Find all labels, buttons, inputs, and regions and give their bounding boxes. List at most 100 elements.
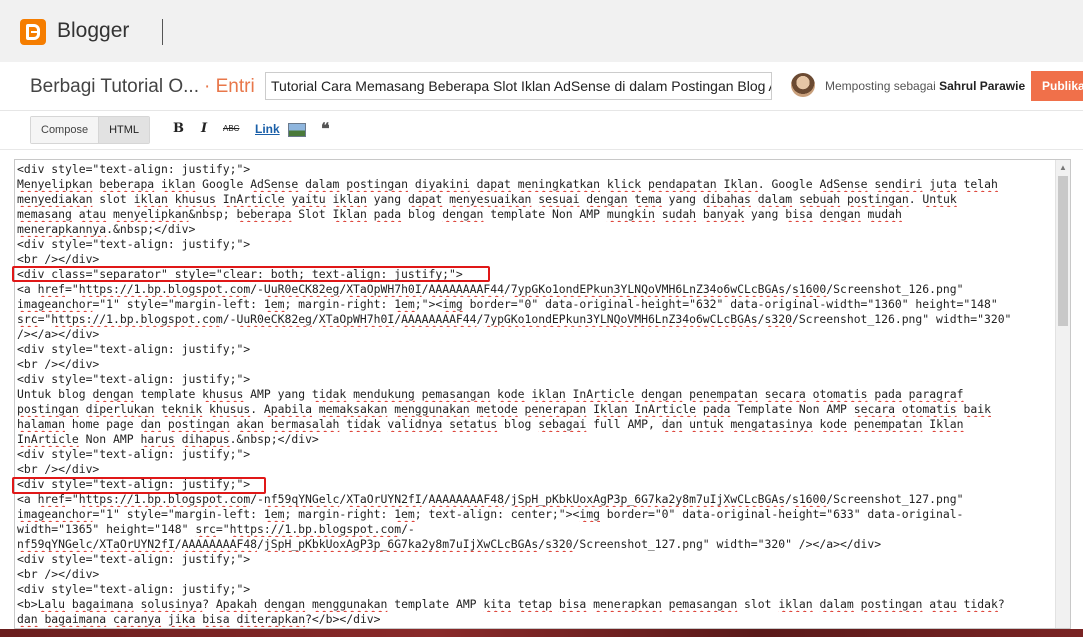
code-line[interactable]: <div style="text-align: justify;"> bbox=[17, 237, 1057, 252]
code-line[interactable]: <div style="text-align: justify;"> bbox=[17, 447, 1057, 462]
insert-image-icon[interactable] bbox=[288, 123, 306, 137]
code-line[interactable]: <div style="text-align: justify;"> bbox=[17, 477, 1057, 492]
code-line[interactable]: <a href="https://1.bp.blogspot.com/-nf59… bbox=[17, 492, 1057, 507]
html-mode-button[interactable]: HTML bbox=[98, 117, 150, 143]
spellcheck-flagged-word: InArticle bbox=[222, 192, 285, 206]
code-line[interactable]: memasang atau menyelipkan&nbsp; beberapa… bbox=[17, 207, 1057, 222]
code-line[interactable]: <br /></div> bbox=[17, 357, 1057, 372]
code-text: /- bbox=[250, 282, 264, 296]
code-text: template Non AMP bbox=[483, 207, 607, 221]
link-button[interactable]: Link bbox=[255, 122, 280, 136]
spellcheck-flagged-word: AAAAAAAAF48 bbox=[428, 492, 504, 506]
spellcheck-flagged-word: pendapatan bbox=[648, 177, 717, 191]
spellcheck-flagged-word: menggunakan bbox=[394, 402, 470, 416]
spellcheck-flagged-word: XTaOpWH7h0I bbox=[346, 282, 422, 296]
spellcheck-flagged-word: dalam bbox=[305, 177, 340, 191]
spellcheck-flagged-word: Iklan bbox=[723, 177, 758, 191]
code-line[interactable]: <br /></div> bbox=[17, 567, 1057, 582]
spellcheck-flagged-word: menerapkannya bbox=[17, 222, 107, 236]
code-line[interactable]: <b>Lalu bagaimana solusinya? Apakah deng… bbox=[17, 597, 1057, 612]
bold-icon[interactable]: B bbox=[173, 121, 184, 136]
posting-as-prefix: Memposting sebagai bbox=[825, 79, 936, 93]
code-line[interactable]: imageanchor="1" style="margin-left: 1em;… bbox=[17, 507, 1057, 522]
code-line[interactable]: <div class="separator" style="clear: bot… bbox=[17, 267, 1057, 282]
code-line[interactable]: <div style="text-align: justify;"> bbox=[17, 342, 1057, 357]
blog-title-link[interactable]: Berbagi Tutorial O... bbox=[30, 76, 199, 98]
code-line[interactable]: <a href="https://1.bp.blogspot.com/-UuR0… bbox=[17, 282, 1057, 297]
spellcheck-flagged-word: Untuk bbox=[922, 192, 957, 206]
code-text: <div style="text-align: justify;"> bbox=[17, 342, 251, 356]
post-title-input[interactable]: Tutorial Cara Memasang Beberapa Slot Ikl… bbox=[265, 72, 772, 100]
italic-icon[interactable]: I bbox=[201, 121, 207, 136]
spellcheck-flagged-word: href bbox=[37, 492, 66, 506]
scrollbar-thumb[interactable] bbox=[1058, 176, 1068, 326]
spellcheck-flagged-word: telah bbox=[963, 177, 998, 191]
spellcheck-flagged-word: iklan bbox=[161, 177, 196, 191]
spellcheck-flagged-word: XTaOrUYN2fI bbox=[99, 537, 175, 551]
code-line[interactable]: <div style="text-align: justify;"> bbox=[17, 582, 1057, 597]
code-line[interactable]: <div style="text-align: justify;"> bbox=[17, 552, 1057, 567]
code-line[interactable]: Menyelipkan beberapa iklan Google AdSens… bbox=[17, 177, 1057, 192]
code-line[interactable]: imageanchor="1" style="margin-left: 1em;… bbox=[17, 297, 1057, 312]
code-line[interactable]: Untuk blog dengan template khusus AMP ya… bbox=[17, 387, 1057, 402]
spellcheck-flagged-word: https://1.bp.blogspot.com bbox=[78, 282, 251, 296]
html-editor-textarea[interactable]: <div style="text-align: justify;"> Menyel… bbox=[14, 159, 1071, 629]
html-source-code[interactable]: <div style="text-align: justify;"> Menyel… bbox=[17, 162, 1057, 627]
code-line[interactable]: <div style="text-align: justify;"> bbox=[17, 372, 1057, 387]
spellcheck-flagged-word: juta bbox=[929, 177, 957, 191]
code-line[interactable]: <br /></div> bbox=[17, 252, 1057, 267]
spellcheck-flagged-word: 7ypGKo1ondEPkun3YLNQoVMH6LnZ34o6wCLcBGAs bbox=[510, 282, 786, 296]
code-text: /></a></div> bbox=[17, 327, 100, 341]
code-text: / bbox=[421, 492, 429, 506]
app-bar-divider bbox=[162, 19, 163, 45]
spellcheck-flagged-word: postingan bbox=[17, 402, 79, 416]
quote-icon[interactable]: ❝ bbox=[321, 119, 330, 139]
strikethrough-icon[interactable]: ABC bbox=[223, 124, 239, 133]
code-line[interactable]: menerapkannya.&nbsp;</div> bbox=[17, 222, 1057, 237]
code-text: =" bbox=[37, 312, 52, 326]
spellcheck-flagged-word: banyak bbox=[702, 207, 745, 221]
spellcheck-flagged-word: s320 bbox=[545, 537, 573, 551]
code-line[interactable]: <div style="text-align: justify;"> bbox=[17, 162, 1057, 177]
app-name[interactable]: Blogger bbox=[57, 19, 129, 43]
code-line[interactable]: halaman home page dan postingan akan ber… bbox=[17, 417, 1057, 432]
code-line[interactable]: InArticle Non AMP harus dihapus.&nbsp;</… bbox=[17, 432, 1057, 447]
publish-button[interactable]: Publikasikan bbox=[1031, 71, 1083, 101]
code-text: AMP yang bbox=[243, 387, 312, 401]
code-line[interactable]: /></a></div> bbox=[17, 327, 1057, 342]
code-line[interactable]: width="1365" height="148" src="https://1… bbox=[17, 522, 1057, 537]
spellcheck-flagged-word: iklan bbox=[332, 192, 367, 206]
scroll-up-icon[interactable]: ▲ bbox=[1059, 163, 1067, 172]
code-text: ? bbox=[997, 597, 1005, 611]
code-text: / bbox=[311, 312, 319, 326]
spellcheck-flagged-word: beberapa bbox=[236, 207, 292, 221]
editor-scrollbar[interactable]: ▲ bbox=[1055, 160, 1070, 628]
code-text: =" bbox=[65, 282, 79, 296]
code-line[interactable]: dan bagaimana caranya jika bisa diterapk… bbox=[17, 612, 1057, 627]
spellcheck-flagged-word: paragraf bbox=[908, 387, 964, 401]
compose-mode-button[interactable]: Compose bbox=[31, 117, 99, 143]
spellcheck-flagged-word: dan bbox=[140, 417, 162, 431]
code-line[interactable]: postingan diperlukan teknik khusus. Apab… bbox=[17, 402, 1057, 417]
spellcheck-flagged-word: tema bbox=[634, 192, 662, 206]
code-line[interactable]: nf59qYNGelc/XTaOrUYN2fI/AAAAAAAAF48/jSpH… bbox=[17, 537, 1057, 552]
code-line[interactable]: src="https://1.bp.blogspot.com/-UuR0eCK8… bbox=[17, 312, 1057, 327]
code-line[interactable]: menyediakan slot iklan khusus InArticle … bbox=[17, 192, 1057, 207]
spellcheck-flagged-word: pada bbox=[373, 207, 402, 221]
spellcheck-flagged-word: khusus bbox=[209, 402, 251, 416]
blogger-logo-icon[interactable] bbox=[20, 19, 46, 45]
spellcheck-flagged-word: postingan bbox=[846, 192, 909, 206]
spellcheck-flagged-word: pada bbox=[702, 402, 731, 416]
code-line[interactable]: <br /></div> bbox=[17, 462, 1057, 477]
code-text: ; margin-right: bbox=[284, 297, 395, 311]
